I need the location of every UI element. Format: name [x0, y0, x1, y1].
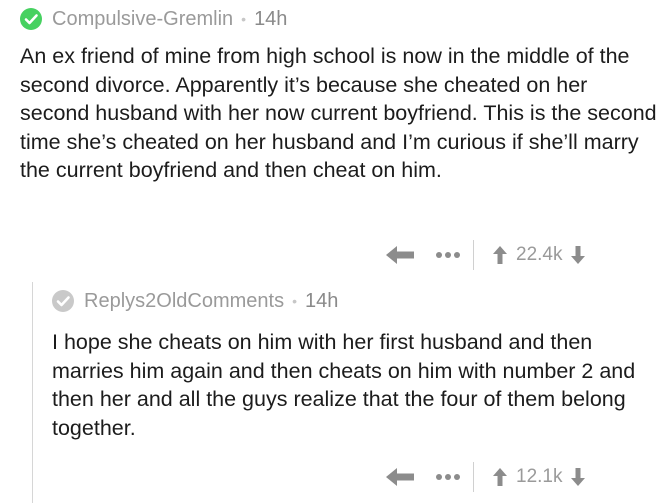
comment-header-1: Compulsive-Gremlin • 14h — [20, 6, 287, 32]
comment-actions: 12.1k — [385, 462, 586, 492]
reply-arrow-icon[interactable] — [385, 466, 415, 488]
vote-score: 22.4k — [516, 244, 563, 265]
downvote-arrow-icon[interactable] — [570, 245, 586, 265]
timestamp: 14h — [254, 7, 288, 30]
upvote-arrow-icon[interactable] — [492, 467, 508, 487]
action-divider — [473, 240, 474, 270]
comment-actions: 22.4k — [385, 240, 586, 270]
downvote-arrow-icon[interactable] — [570, 467, 586, 487]
timestamp: 14h — [304, 289, 339, 312]
comment-body: I hope she cheats on him with her first … — [52, 330, 636, 440]
meta-separator: • — [292, 293, 297, 309]
username[interactable]: Replys2OldComments — [84, 290, 284, 313]
reply-arrow-icon[interactable] — [385, 244, 415, 266]
action-divider — [473, 462, 474, 492]
comment-header-2: Replys2OldComments • 14h — [52, 288, 338, 314]
vote-score: 12.1k — [516, 466, 563, 487]
check-circle-icon — [20, 8, 42, 30]
username[interactable]: Compulsive-Gremlin — [52, 8, 233, 31]
meta-separator: • — [241, 11, 247, 27]
check-circle-icon — [52, 290, 74, 312]
thread-line[interactable] — [32, 282, 33, 503]
more-dots-icon[interactable] — [435, 473, 461, 481]
upvote-arrow-icon[interactable] — [492, 245, 508, 265]
more-dots-icon[interactable] — [435, 251, 461, 259]
comment-body: An ex friend of mine from high school is… — [20, 44, 657, 182]
